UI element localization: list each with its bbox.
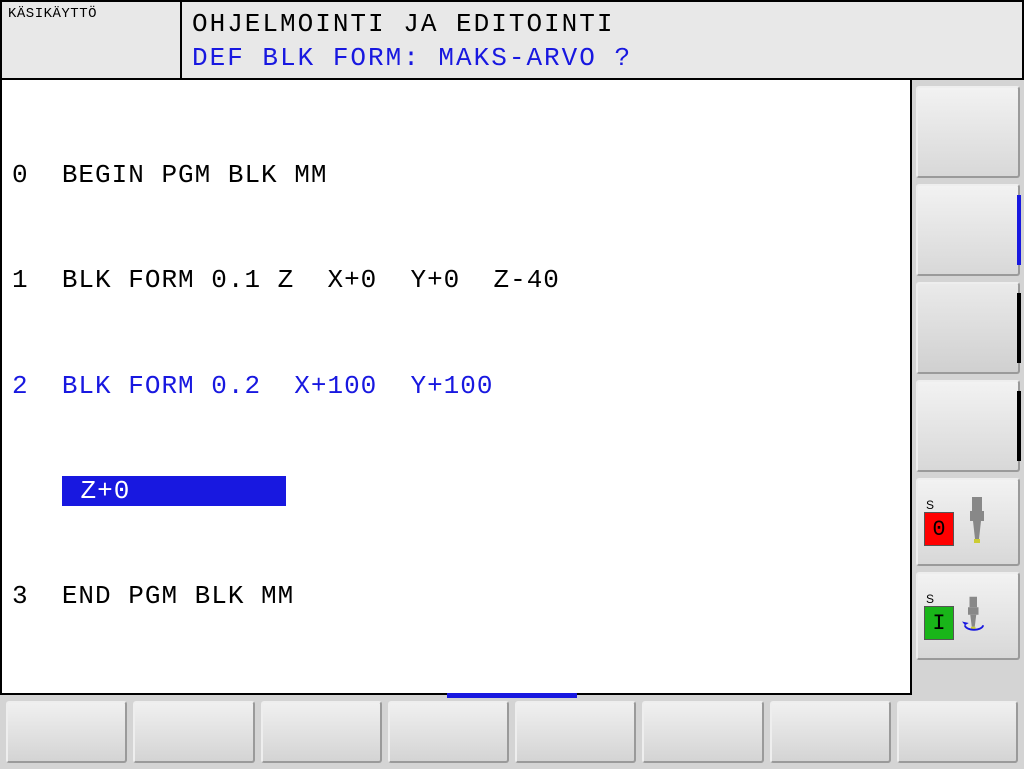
program-line-input[interactable]: Z+0 xyxy=(12,474,900,509)
program-line: 0 BEGIN PGM BLK MM xyxy=(12,158,900,193)
bottom-softkey-2[interactable] xyxy=(133,701,254,763)
program-editor[interactable]: 0 BEGIN PGM BLK MM 1 BLK FORM 0.1 Z X+0 … xyxy=(0,80,912,695)
softkey-ramp-left[interactable] xyxy=(916,86,1020,178)
spindle-start-badge: I xyxy=(924,606,954,640)
input-highlight[interactable]: Z+0 xyxy=(62,476,149,506)
bottom-softkey-row xyxy=(0,695,1024,769)
s-label: S xyxy=(926,498,934,512)
accent-bar-icon xyxy=(1017,195,1021,265)
softkey-spindle-stop[interactable]: S 0 xyxy=(916,478,1020,566)
bottom-softkey-8[interactable] xyxy=(897,701,1018,763)
bottom-softkey-4[interactable] xyxy=(388,701,509,763)
side-softkey-panel: S 0 S I xyxy=(912,80,1024,695)
softkey-blank[interactable] xyxy=(916,282,1020,374)
program-line: 1 BLK FORM 0.1 Z X+0 Y+0 Z-40 xyxy=(12,263,900,298)
softkey-ramp-right[interactable] xyxy=(916,184,1020,276)
tool-icon xyxy=(962,495,992,550)
header-bar: KÄSIKÄYTTÖ OHJELMOINTI JA EDITOINTI DEF … xyxy=(0,0,1024,80)
tool-rotate-icon xyxy=(962,589,992,644)
bottom-softkey-3[interactable] xyxy=(261,701,382,763)
title-box: OHJELMOINTI JA EDITOINTI DEF BLK FORM: M… xyxy=(182,2,1022,78)
title-line-1: OHJELMOINTI JA EDITOINTI xyxy=(192,8,1012,42)
softkey-spindle-start[interactable]: S I xyxy=(916,572,1020,660)
bottom-accent-bar xyxy=(447,693,577,698)
bottom-softkey-5[interactable] xyxy=(515,701,636,763)
input-cursor[interactable] xyxy=(149,476,286,506)
s-label: S xyxy=(926,592,934,606)
title-line-2: DEF BLK FORM: MAKS-ARVO ? xyxy=(192,42,1012,76)
accent-bar-icon xyxy=(1017,293,1021,363)
accent-bar-icon xyxy=(1017,391,1021,461)
spindle-stop-badge: 0 xyxy=(924,512,954,546)
bottom-softkey-7[interactable] xyxy=(770,701,891,763)
bottom-softkey-1[interactable] xyxy=(6,701,127,763)
program-line-active: 2 BLK FORM 0.2 X+100 Y+100 xyxy=(12,369,900,404)
softkey-coolant[interactable] xyxy=(916,380,1020,472)
bottom-softkey-6[interactable] xyxy=(642,701,763,763)
program-line: 3 END PGM BLK MM xyxy=(12,579,900,614)
mode-label: KÄSIKÄYTTÖ xyxy=(2,2,182,78)
